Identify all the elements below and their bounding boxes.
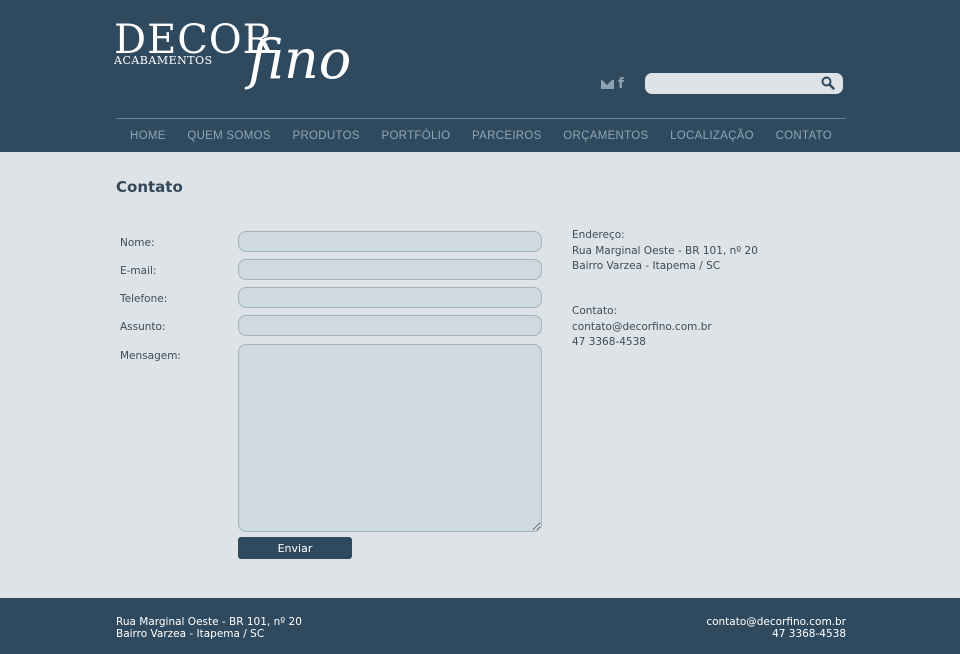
message-label: Mensagem:: [120, 350, 181, 362]
logo-text-acabamentos: ACABAMENTOS: [114, 54, 213, 67]
main-nav: HOME QUEM SOMOS PRODUTOS PORTFÓLIO PARCE…: [116, 120, 846, 152]
email-label: E-mail:: [120, 265, 157, 277]
subject-field[interactable]: [238, 315, 542, 336]
footer-address: Rua Marginal Oeste - BR 101, nº 20 Bairr…: [116, 616, 302, 640]
search-box: [645, 73, 843, 94]
nav-item-quem-somos[interactable]: QUEM SOMOS: [187, 130, 271, 142]
facebook-icon[interactable]: f: [618, 77, 627, 91]
address-line-1: Rua Marginal Oeste - BR 101, nº 20: [572, 244, 758, 257]
address-heading: Endereço:: [572, 229, 625, 241]
site-header: DECOR ACABAMENTOS fino f HOME QUEM SOMOS…: [0, 0, 960, 152]
search-input[interactable]: [653, 75, 818, 92]
contact-email[interactable]: contato@decorfino.com.br: [572, 320, 712, 336]
submit-button[interactable]: Enviar: [238, 537, 352, 559]
page-title: Contato: [116, 178, 183, 196]
contact-phone: 47 3368-4538: [572, 336, 646, 348]
name-label: Nome:: [120, 237, 155, 249]
footer-contact: contato@decorfino.com.br 47 3368-4538: [706, 616, 846, 640]
email-field[interactable]: [238, 259, 542, 280]
phone-label: Telefone:: [120, 293, 168, 305]
address-block: Endereço: Rua Marginal Oeste - BR 101, n…: [572, 228, 758, 275]
logo-text-fino: fino: [248, 28, 352, 91]
nav-divider: [116, 118, 846, 119]
address-line-2: Bairro Varzea - Itapema / SC: [572, 260, 721, 272]
mail-icon[interactable]: [601, 79, 614, 89]
phone-field[interactable]: [238, 287, 542, 308]
nav-item-portfolio[interactable]: PORTFÓLIO: [381, 130, 450, 142]
nav-item-home[interactable]: HOME: [130, 130, 166, 142]
brand-logo[interactable]: DECOR ACABAMENTOS fino: [114, 20, 359, 104]
footer-phone: 47 3368-4538: [772, 628, 846, 640]
search-icon[interactable]: [821, 76, 835, 90]
site-footer: Rua Marginal Oeste - BR 101, nº 20 Bairr…: [0, 598, 960, 654]
subject-label: Assunto:: [120, 321, 166, 333]
message-field[interactable]: [238, 344, 542, 532]
contact-heading: Contato:: [572, 305, 618, 317]
nav-item-contato[interactable]: CONTATO: [776, 130, 832, 142]
name-field[interactable]: [238, 231, 542, 252]
footer-email[interactable]: contato@decorfino.com.br: [706, 616, 846, 628]
nav-item-orcamentos[interactable]: ORÇAMENTOS: [563, 130, 648, 142]
nav-item-localizacao[interactable]: LOCALIZAÇÃO: [670, 130, 754, 142]
social-links: f: [601, 77, 627, 91]
footer-address-line-2: Bairro Varzea - Itapema / SC: [116, 628, 265, 640]
nav-item-parceiros[interactable]: PARCEIROS: [472, 130, 542, 142]
footer-address-line-1: Rua Marginal Oeste - BR 101, nº 20: [116, 616, 302, 628]
nav-item-produtos[interactable]: PRODUTOS: [292, 130, 359, 142]
contact-block: Contato: contato@decorfino.com.br 47 336…: [572, 304, 712, 351]
